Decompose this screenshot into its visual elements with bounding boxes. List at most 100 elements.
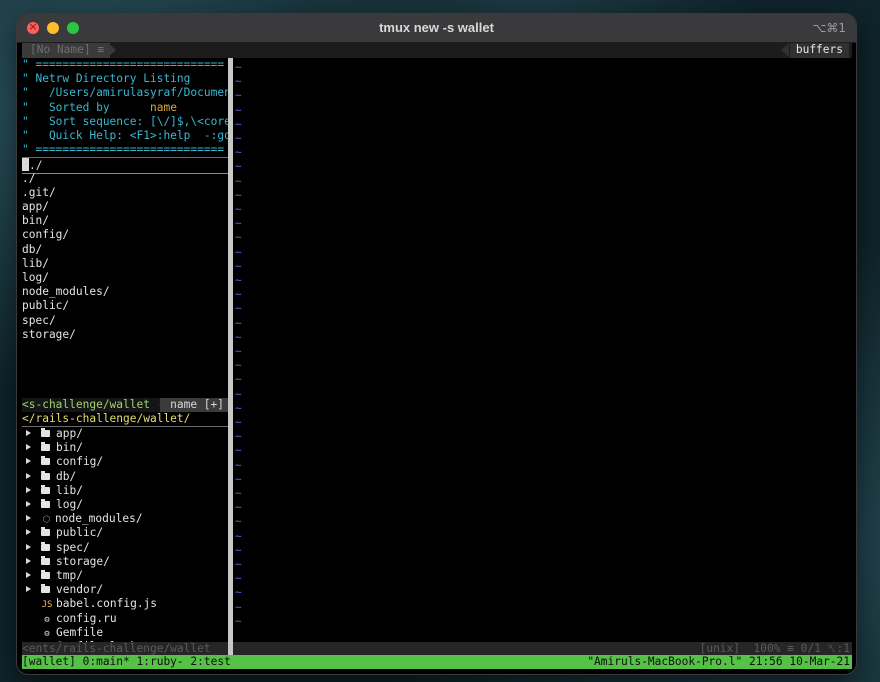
empty-line-tilde: ~ — [235, 458, 242, 472]
chevron-right-icon[interactable] — [26, 543, 31, 550]
netrw-header-line: " ============================ — [22, 58, 225, 71]
empty-line-tilde: ~ — [235, 188, 242, 202]
chevron-right-icon[interactable] — [26, 586, 31, 593]
netrw-entry[interactable]: spec/ — [22, 314, 56, 328]
tmux-host-time: "Amiruls-MacBook-Pro.l" 21:56 10-Mar-21 — [587, 655, 850, 668]
netrw-entry[interactable]: node_modules/ — [22, 285, 110, 299]
netrw-header-line: " Sorted by name — [22, 101, 177, 115]
netrw-header-line: " /Users/amirulasyraf/Documen — [22, 86, 228, 100]
tree-dir[interactable]: tmp/ — [26, 569, 83, 583]
chevron-right-icon[interactable] — [26, 430, 31, 436]
tab-no-name[interactable]: [No Name] ≡ — [22, 43, 111, 58]
chevron-right-icon[interactable] — [26, 515, 31, 522]
tree-dir-label: db/ — [56, 469, 77, 483]
tree-dir[interactable]: db/ — [26, 470, 76, 484]
folder-icon — [41, 470, 50, 480]
netrw-entry[interactable]: storage/ — [22, 328, 76, 342]
tree-root[interactable]: </rails-challenge/wallet/ — [22, 412, 228, 426]
netrw-entry[interactable]: public/ — [22, 299, 69, 313]
tree-dir[interactable]: log/ — [26, 498, 83, 512]
netrw-sorted-label: " Sorted by — [22, 100, 150, 114]
tree-file-label: babel.config.js — [56, 597, 158, 611]
empty-line-tilde: ~ — [235, 373, 242, 387]
tree-dir[interactable]: bin/ — [26, 441, 83, 455]
empty-line-tilde: ~ — [235, 586, 242, 600]
tmux-statusbar: [wallet] 0:main* 1:ruby- 2:test "Amiruls… — [22, 655, 852, 669]
netrw-entry[interactable]: config/ — [22, 228, 69, 242]
chevron-right-icon[interactable] — [26, 458, 31, 465]
netrw-entry[interactable]: .git/ — [22, 186, 56, 200]
empty-line-tilde: ~ — [235, 558, 242, 571]
tree-dir-label: app/ — [56, 427, 83, 440]
empty-line-tilde: ~ — [235, 572, 242, 586]
tree-dir[interactable]: storage/ — [26, 555, 110, 569]
netrw-entry[interactable]: app/ — [22, 200, 49, 214]
empty-line-tilde: ~ — [235, 387, 242, 401]
tree-dir[interactable]: config/ — [26, 455, 103, 469]
tree-dir-label: tmp/ — [56, 569, 83, 582]
tab-separator — [108, 43, 116, 57]
terminal-window: × tmux new -s wallet ⌥⌘1 [No Name] ≡ buf… — [17, 14, 856, 674]
empty-line-tilde: ~ — [235, 401, 242, 415]
empty-line-tilde: ~ — [235, 288, 242, 302]
tree-dir[interactable]: vendor/ — [26, 583, 103, 597]
netrw-current-dir: ./ — [29, 159, 43, 173]
tree-file[interactable]: JS babel.config.js — [41, 597, 157, 611]
chevron-right-icon[interactable] — [26, 501, 31, 507]
tree-dir-label: public/ — [56, 526, 104, 540]
editor-pane[interactable]: ~ ~ ~ ~ ~ ~ ~ ~ ~ ~ ~ ~ ~ ~ ~ ~ ~ ~ ~ ~ ~ ~ ~ ~ ~ ~ ~ ~ ~ ~ ~ ~ ~ ~ ~ ~ ~ ~ ~ ~ — [233, 58, 852, 642]
terminal-content[interactable]: [No Name] ≡ buffers " ==================… — [22, 43, 852, 669]
empty-line-tilde: ~ — [235, 543, 242, 557]
vim-statusline: <ents/rails-challenge/wallet [unix] 100%… — [22, 642, 852, 656]
empty-line-tilde: ~ — [235, 316, 242, 330]
folder-icon — [41, 484, 50, 494]
javascript-icon: JS — [41, 600, 53, 611]
empty-line-tilde: ~ — [235, 146, 242, 160]
chevron-right-icon[interactable] — [26, 572, 31, 578]
empty-line-tilde: ~ — [235, 174, 242, 188]
chevron-right-icon[interactable] — [26, 472, 31, 479]
empty-line-tilde: ~ — [235, 444, 242, 458]
tree-dir[interactable]: public/ — [26, 526, 103, 540]
netrw-sorted-value: name — [149, 100, 177, 114]
tree-dir[interactable]: ⬡ node_modules/ — [26, 512, 143, 526]
netrw-entry[interactable]: lib/ — [22, 257, 49, 271]
folder-icon — [41, 442, 50, 452]
folder-icon — [41, 584, 50, 594]
netrw-entry[interactable]: db/ — [22, 243, 42, 257]
chevron-right-icon[interactable] — [26, 444, 31, 451]
tree-dir[interactable]: spec/ — [26, 541, 90, 555]
empty-line-tilde: ~ — [235, 259, 242, 273]
empty-line-tilde: ~ — [235, 416, 242, 429]
node-modules-icon: ⬡ — [42, 515, 51, 526]
vim-tabline: [No Name] ≡ buffers — [22, 43, 852, 58]
netrw-entry[interactable]: log/ — [22, 271, 49, 285]
empty-line-tilde: ~ — [235, 487, 242, 500]
netrw-cursor-line[interactable]: ./ — [22, 157, 228, 174]
empty-line-tilde: ~ — [235, 231, 242, 245]
folder-icon — [41, 428, 50, 437]
empty-line-tilde: ~ — [235, 359, 242, 373]
empty-line-tilde: ~ — [235, 274, 242, 287]
netrw-entry[interactable]: ./ — [22, 172, 35, 186]
chevron-right-icon[interactable] — [26, 529, 31, 536]
chevron-right-icon[interactable] — [26, 557, 31, 564]
tree-dir-label: log/ — [56, 498, 83, 511]
empty-line-tilde: ~ — [235, 501, 242, 515]
tmux-windows[interactable]: [wallet] 0:main* 1:ruby- 2:test — [22, 655, 231, 669]
empty-line-tilde: ~ — [235, 330, 242, 344]
tree-file[interactable]: ⚙ Gemfile — [41, 626, 103, 640]
chevron-right-icon[interactable] — [26, 486, 31, 493]
tree-file[interactable]: ⚙ config.ru — [41, 612, 116, 626]
tree-dir[interactable]: lib/ — [26, 484, 83, 498]
netrw-header-line: " Quick Help: <F1>:help -:go — [22, 129, 228, 142]
tree-dir-label: vendor/ — [56, 583, 104, 597]
empty-line-tilde: ~ — [235, 103, 242, 117]
empty-line-tilde: ~ — [235, 529, 242, 543]
netrw-statusline: <s-challenge/wallet name [+] — [22, 398, 228, 412]
folder-icon — [41, 570, 50, 579]
netrw-entry[interactable]: bin/ — [22, 214, 49, 228]
tree-dir[interactable]: app/ — [26, 427, 83, 441]
netrw-pane[interactable]: " ============================ " Netrw D… — [22, 58, 228, 642]
netrw-header-line: " Netrw Directory Listing — [22, 72, 191, 86]
